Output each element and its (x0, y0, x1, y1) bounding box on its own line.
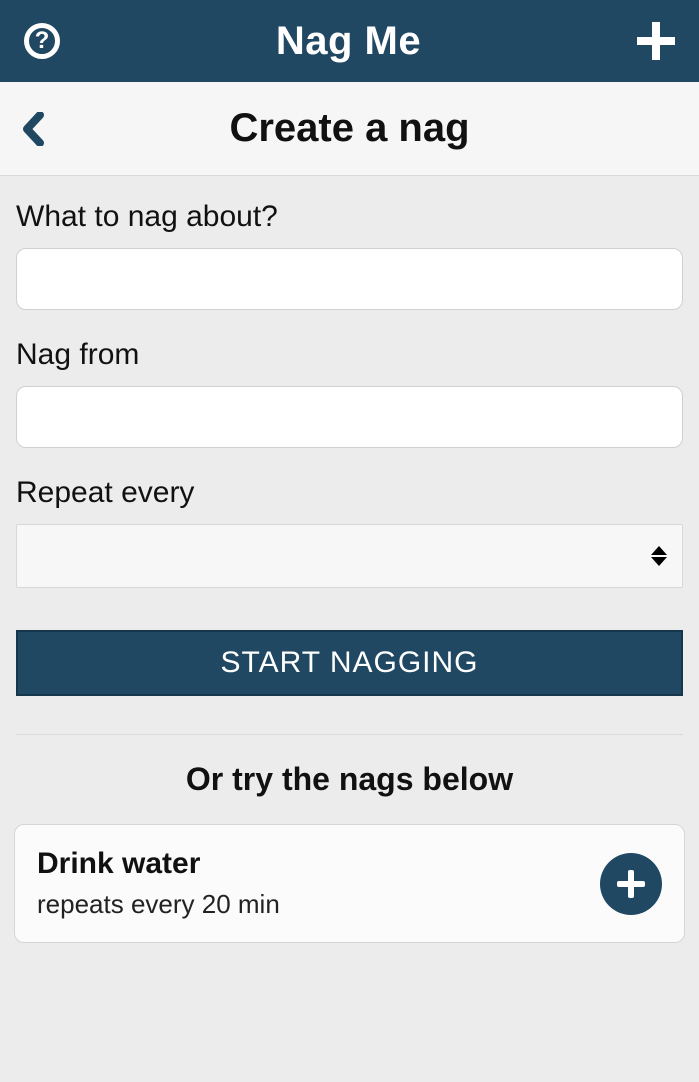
add-suggestion-button[interactable] (600, 853, 662, 915)
start-nagging-button[interactable]: START NAGGING (16, 630, 683, 696)
about-label: What to nag about? (16, 200, 683, 234)
from-input[interactable] (16, 386, 683, 448)
divider (16, 734, 683, 735)
suggestion-card[interactable]: Drink water repeats every 20 min (14, 824, 685, 943)
suggestion-title: Drink water (37, 847, 280, 881)
field-group-from: Nag from (16, 338, 683, 448)
suggestion-subtitle: repeats every 20 min (37, 889, 280, 920)
help-icon[interactable]: ? (24, 23, 60, 59)
from-label: Nag from (16, 338, 683, 372)
field-group-repeat: Repeat every (16, 476, 683, 588)
top-bar: ? Nag Me (0, 0, 699, 82)
repeat-label: Repeat every (16, 476, 683, 510)
form-area: What to nag about? Nag from Repeat every… (0, 176, 699, 798)
app-title: Nag Me (276, 19, 421, 64)
sub-header: Create a nag (0, 82, 699, 176)
suggestions-heading: Or try the nags below (16, 761, 683, 798)
repeat-select[interactable] (16, 524, 683, 588)
field-group-about: What to nag about? (16, 200, 683, 310)
add-icon[interactable] (637, 22, 675, 60)
about-input[interactable] (16, 248, 683, 310)
back-icon[interactable] (18, 109, 48, 149)
page-title: Create a nag (0, 106, 699, 151)
plus-icon (615, 868, 647, 900)
